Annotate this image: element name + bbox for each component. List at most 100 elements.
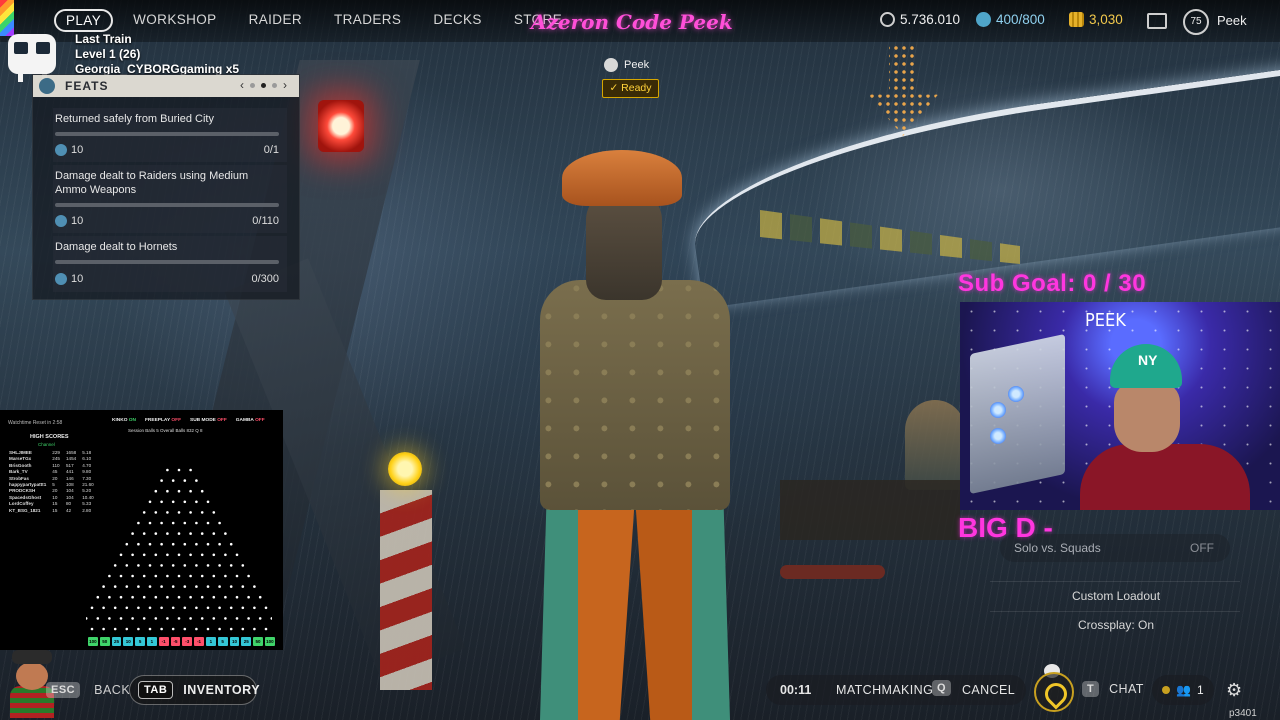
inventory-button[interactable]: TAB INVENTORY [129, 675, 260, 705]
plinko-peg [171, 479, 175, 482]
nav-decks[interactable]: DECKS [433, 9, 482, 32]
page-dot[interactable] [272, 82, 277, 88]
feat-item[interactable]: Returned safely from Buried City 10 0/1 [53, 108, 287, 162]
chevron-left-icon[interactable]: ‹ [240, 78, 244, 92]
feat-item[interactable]: Damage dealt to Hornets 10 0/300 [53, 236, 287, 292]
custom-loadout-button[interactable]: Custom Loadout [985, 582, 1247, 610]
red-warning-lamp [318, 100, 364, 152]
plinko-peg [189, 489, 192, 493]
webcam-name: PEEK [1085, 310, 1126, 331]
chat-keycap: T [1082, 681, 1100, 697]
plinko-peg [253, 627, 256, 631]
plinko-peg [171, 521, 175, 525]
nav-workshop[interactable]: WORKSHOP [133, 9, 216, 32]
squad-button[interactable]: 👥 1 [1152, 675, 1214, 705]
plinko-peg [160, 627, 163, 631]
plinko-peg [171, 564, 175, 567]
crossplay-toggle[interactable]: Crossplay: On [985, 611, 1247, 639]
nav-play[interactable]: PLAY [54, 9, 114, 32]
high-scores-subtitle: Channel [38, 442, 55, 447]
coins-display: 5.736.010 [880, 12, 960, 27]
pc-case-image [970, 333, 1065, 495]
plinko-peg [131, 574, 134, 578]
plinko-peg [154, 595, 158, 599]
plinko-peg [200, 553, 204, 557]
plinko-peg [206, 585, 210, 588]
character-jacket [540, 280, 730, 510]
plinko-slot: 5 [217, 637, 228, 646]
plinko-peg [154, 574, 158, 578]
plinko-peg [166, 511, 169, 514]
player-name[interactable]: Peek [1217, 13, 1247, 28]
plinko-peg [218, 521, 221, 525]
plinko-peg [200, 574, 204, 578]
plinko-slot: 5 [135, 637, 145, 646]
plinko-peg [183, 500, 187, 504]
chat-button[interactable]: T CHAT [1082, 681, 1144, 697]
plinko-peg [241, 627, 245, 631]
raider-emblem-button[interactable] [1034, 672, 1074, 712]
plinko-peg [195, 521, 198, 525]
plinko-slot: -1 [194, 637, 204, 646]
plinko-flag: FREEPLAY OFF [145, 418, 181, 423]
high-score-cell: 15 [52, 507, 58, 513]
cancel-matchmaking-button[interactable]: CANCEL [962, 683, 1015, 697]
plinko-peg [108, 595, 111, 599]
nav-raider[interactable]: RAIDER [249, 9, 302, 32]
plinko-peg [177, 595, 181, 599]
plinko-peg [166, 489, 169, 493]
high-score-row: MarseTGx 245 1454 6.10 [6, 456, 97, 462]
plinko-peg [86, 617, 88, 620]
plinko-peg [200, 489, 204, 493]
feat-item[interactable]: Damage dealt to Raiders using Medium Amm… [53, 165, 287, 233]
page-dot[interactable] [250, 82, 255, 88]
plinko-peg [195, 564, 198, 567]
plinko-peg [206, 564, 210, 567]
plinko-peg [102, 585, 105, 588]
mail-icon[interactable] [1147, 13, 1167, 29]
plinko-peg [137, 564, 140, 567]
nav-traders[interactable]: TRADERS [334, 9, 401, 32]
plinko-peg [119, 617, 123, 620]
feat-reward: 10 [55, 144, 83, 156]
matchmaking-label: MATCHMAKING [836, 683, 934, 697]
plinko-peg [148, 606, 152, 610]
plinko-peg [171, 585, 175, 588]
plinko-peg [137, 542, 140, 546]
plinko-peg [224, 617, 227, 620]
plinko-peg [142, 595, 146, 599]
credits-value: 3,030 [1089, 12, 1123, 27]
plinko-peg [258, 595, 262, 599]
plinko-peg [235, 553, 239, 557]
plinko-peg [200, 532, 204, 535]
player-level-badge[interactable]: 75 [1183, 9, 1209, 35]
streamer: BAKE NY [1080, 344, 1250, 510]
back-button[interactable]: ESC BACK [46, 682, 130, 698]
bar-stool [780, 565, 885, 579]
plinko-peg [142, 617, 146, 620]
credits-icon [1069, 12, 1084, 27]
matchmaking-timer: 00:11 [780, 683, 812, 697]
plinko-peg [200, 511, 204, 514]
plinko-peg [108, 617, 111, 620]
feat-progress-text: 0/1 [263, 144, 279, 156]
plinko-peg [131, 553, 134, 557]
plinko-peg [183, 606, 187, 610]
plinko-peg [212, 595, 216, 599]
workbench [780, 480, 960, 540]
plinko-peg [189, 595, 192, 599]
plinko-peg [142, 532, 146, 535]
plinko-peg [212, 617, 216, 620]
page-dot-active[interactable] [261, 82, 266, 88]
gear-icon[interactable]: ⚙ [1226, 680, 1242, 701]
plinko-peg [189, 617, 192, 620]
plinko-peg [264, 627, 268, 631]
cancel-keycap: Q [932, 680, 951, 696]
plinko-slot: 10 [229, 637, 240, 646]
token-icon [976, 12, 991, 27]
plinko-widget: Watchtime Reset in 2:58 HIGH SCORES Chan… [0, 410, 283, 650]
plinko-peg [253, 606, 256, 610]
chevron-right-icon[interactable]: › [283, 78, 287, 92]
plinko-peg [177, 468, 181, 472]
plinko-peg [247, 574, 250, 578]
